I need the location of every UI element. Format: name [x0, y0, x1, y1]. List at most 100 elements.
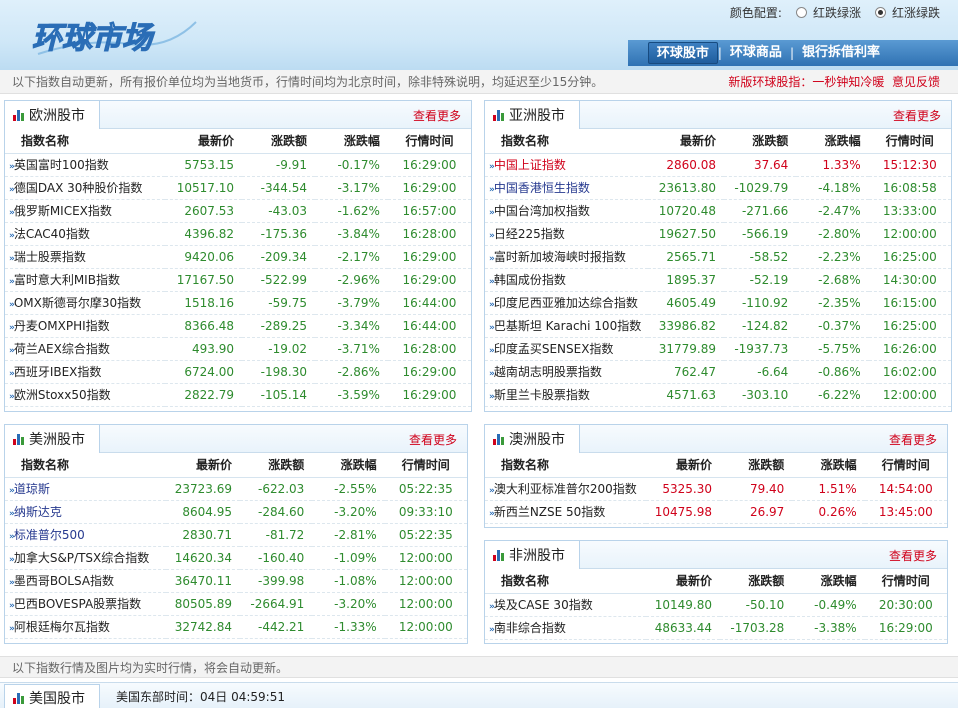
- table-row[interactable]: »道琼斯 23723.69 -622.03 -2.55% 05:22:35: [5, 477, 467, 501]
- table-row[interactable]: »加拿大S&P/TSX综合指数 14620.34 -160.40 -1.09% 12:0…: [5, 546, 467, 570]
- index-name[interactable]: 欧洲Stoxx50指数: [14, 388, 111, 402]
- index-name[interactable]: 瑞士股票指数: [14, 250, 86, 264]
- table-row[interactable]: »南非综合指数 48633.44 -1703.28 -3.38% 16:29:00: [485, 616, 947, 640]
- table-row[interactable]: »英国富时100指数 5753.15 -9.91 -0.17% 16:29:00: [5, 153, 471, 177]
- double-chevron-icon: »: [9, 369, 15, 379]
- double-chevron-icon: »: [9, 300, 15, 310]
- index-name[interactable]: 英国富时100指数: [14, 158, 109, 172]
- table-row[interactable]: »日经225指数 19627.50 -566.19 -2.80% 12:00:00: [485, 222, 951, 246]
- table-row[interactable]: »俄罗斯MICEX指数 2607.53 -43.03 -1.62% 16:57:00: [5, 199, 471, 223]
- table-row[interactable]: »德国DAX 30种股价指数 10517.10 -344.54 -3.17% 16:29…: [5, 176, 471, 200]
- table-row[interactable]: »OMX斯德哥尔摩30指数 1518.16 -59.75 -3.79% 16:44:00: [5, 291, 471, 315]
- index-name[interactable]: 巴西BOVESPA股票指数: [14, 597, 141, 611]
- index-name[interactable]: 澳大利亚标准普尔200指数: [494, 482, 637, 496]
- index-name[interactable]: 巴基斯坦 Karachi 100指数: [494, 319, 641, 333]
- option-red-up[interactable]: 红涨绿跌: [892, 4, 940, 21]
- table-row[interactable]: »欧洲Stoxx50指数 2822.79 -105.14 -3.59% 16:29:00: [5, 383, 471, 407]
- us-stocks-title[interactable]: 美国股市: [4, 684, 100, 708]
- table-row[interactable]: »瑞士股票指数 9420.06 -209.34 -2.17% 16:29:00: [5, 245, 471, 269]
- table-row[interactable]: »巴基斯坦 Karachi 100指数 33986.82 -124.82 -0.37%…: [485, 314, 951, 338]
- index-name[interactable]: 富时意大利MIB指数: [14, 273, 120, 287]
- table-row[interactable]: »韩国成份指数 1895.37 -52.19 -2.68% 14:30:00: [485, 268, 951, 292]
- double-chevron-icon: »: [489, 300, 495, 310]
- table-row[interactable]: »纳斯达克 8604.95 -284.60 -3.20% 09:33:10: [5, 500, 467, 524]
- change-amount: -43.03: [242, 199, 315, 223]
- feedback-link[interactable]: 意见反馈: [892, 75, 940, 89]
- oceania-view-more-link[interactable]: 查看更多: [889, 431, 937, 448]
- index-name[interactable]: 印度尼西亚雅加达综合指数: [494, 296, 638, 310]
- table-row[interactable]: »印度孟买SENSEX指数 31779.89 -1937.73 -5.75% 16:26…: [485, 337, 951, 361]
- index-name[interactable]: 荷兰AEX综合指数: [14, 342, 110, 356]
- table-row[interactable]: »荷兰AEX综合指数 493.90 -19.02 -3.71% 16:28:00: [5, 337, 471, 361]
- oceania-index-table: 指数名称 最新价 涨跌额 涨跌幅 行情时间 »澳大利亚标准普尔200指数 5325.30 79…: [485, 453, 947, 524]
- index-name[interactable]: 新西兰NZSE 50指数: [494, 505, 605, 519]
- index-name[interactable]: 俄罗斯MICEX指数: [14, 204, 112, 218]
- index-name[interactable]: 日经225指数: [494, 227, 565, 241]
- table-row[interactable]: »斯里兰卡股票指数 4571.63 -303.10 -6.22% 12:00:00: [485, 383, 951, 407]
- table-row[interactable]: »中国上证指数 2860.08 37.64 1.33% 15:12:30: [485, 153, 951, 177]
- index-name[interactable]: 中国台湾加权指数: [494, 204, 590, 218]
- radio-red-up-icon[interactable]: [874, 7, 886, 18]
- index-name[interactable]: 印度孟买SENSEX指数: [494, 342, 614, 356]
- tab-global-commodities[interactable]: 环球商品: [722, 42, 790, 64]
- radio-red-down-icon[interactable]: [795, 7, 807, 18]
- table-row[interactable]: »中国香港恒生指数 23613.80 -1029.79 -4.18% 16:08:58: [485, 176, 951, 200]
- table-row[interactable]: »越南胡志明股票指数 762.47 -6.64 -0.86% 16:02:00: [485, 360, 951, 384]
- table-row[interactable]: »标准普尔500 2830.71 -81.72 -2.81% 05:22:35: [5, 523, 467, 547]
- index-name[interactable]: 法CAC40指数: [14, 227, 90, 241]
- index-name[interactable]: 越南胡志明股票指数: [494, 365, 602, 379]
- europe-panel-title[interactable]: 欧洲股市: [4, 100, 100, 129]
- index-name[interactable]: 富时新加坡海峡时报指数: [494, 250, 626, 264]
- index-name[interactable]: 阿根廷梅尔瓦指数: [14, 620, 110, 634]
- index-name[interactable]: 西班牙IBEX指数: [14, 365, 102, 379]
- table-row[interactable]: »巴西BOVESPA股票指数 80505.89 -2664.91 -3.20% 12:0…: [5, 592, 467, 616]
- europe-view-more-link[interactable]: 查看更多: [413, 107, 461, 124]
- america-panel-title[interactable]: 美洲股市: [4, 424, 100, 453]
- index-name[interactable]: 中国香港恒生指数: [494, 181, 590, 195]
- change-percent: 0.26%: [792, 500, 865, 524]
- table-row[interactable]: »中国台湾加权指数 10720.48 -271.66 -2.47% 13:33:00: [485, 199, 951, 223]
- table-row[interactable]: »墨西哥BOLSA指数 36470.11 -399.98 -1.08% 12:00:00: [5, 569, 467, 593]
- africa-panel-title[interactable]: 非洲股市: [484, 540, 580, 569]
- index-name[interactable]: 纳斯达克: [14, 505, 62, 519]
- quote-time: 13:45:00: [864, 500, 947, 524]
- america-view-more-link[interactable]: 查看更多: [409, 431, 457, 448]
- oceania-panel-title[interactable]: 澳洲股市: [484, 424, 580, 453]
- table-row[interactable]: »富时意大利MIB指数 17167.50 -522.99 -2.96% 16:29:00: [5, 268, 471, 292]
- index-name[interactable]: 韩国成份指数: [494, 273, 566, 287]
- table-row[interactable]: »新西兰NZSE 50指数 10475.98 26.97 0.26% 13:45:00: [485, 500, 947, 524]
- table-row[interactable]: »澳大利亚标准普尔200指数 5325.30 79.40 1.51% 14:54:00: [485, 477, 947, 501]
- index-name[interactable]: 丹麦OMXPHI指数: [14, 319, 110, 333]
- option-red-down[interactable]: 红跌绿涨: [813, 4, 861, 21]
- last-price: 32742.84: [165, 615, 240, 639]
- asia-panel-title[interactable]: 亚洲股市: [484, 100, 580, 129]
- column-header: 涨跌幅: [312, 453, 385, 478]
- site-logo[interactable]: 环球市场: [28, 8, 198, 62]
- table-row[interactable]: »法CAC40指数 4396.82 -175.36 -3.84% 16:28:00: [5, 222, 471, 246]
- last-price: 33986.82: [647, 314, 724, 338]
- table-row[interactable]: »印度尼西亚雅加达综合指数 4605.49 -110.92 -2.35% 16:15:0…: [485, 291, 951, 315]
- table-row[interactable]: »富时新加坡海峡时报指数 2565.71 -58.52 -2.23% 16:25:00: [485, 245, 951, 269]
- index-name[interactable]: 加拿大S&P/TSX综合指数: [14, 551, 149, 565]
- change-amount: -1703.28: [720, 616, 793, 640]
- africa-view-more-link[interactable]: 查看更多: [889, 547, 937, 564]
- index-name[interactable]: 中国上证指数: [494, 158, 566, 172]
- change-amount: -344.54: [242, 176, 315, 200]
- asia-view-more-link[interactable]: 查看更多: [893, 107, 941, 124]
- index-name[interactable]: 标准普尔500: [14, 528, 85, 542]
- table-row[interactable]: »阿根廷梅尔瓦指数 32742.84 -442.21 -1.33% 12:00:00: [5, 615, 467, 639]
- index-name[interactable]: 德国DAX 30种股价指数: [14, 181, 143, 195]
- index-name[interactable]: 墨西哥BOLSA指数: [14, 574, 114, 588]
- table-row[interactable]: »西班牙IBEX指数 6724.00 -198.30 -2.86% 16:29:00: [5, 360, 471, 384]
- index-name[interactable]: 斯里兰卡股票指数: [494, 388, 590, 402]
- index-name[interactable]: 埃及CASE 30指数: [494, 598, 593, 612]
- table-row[interactable]: »埃及CASE 30指数 10149.80 -50.10 -0.49% 20:30:00: [485, 593, 947, 617]
- index-name[interactable]: OMX斯德哥尔摩30指数: [14, 296, 141, 310]
- new-index-link[interactable]: 新版环球股指：一秒钟知冷暖: [728, 75, 884, 89]
- tab-global-stocks[interactable]: 环球股市: [647, 42, 718, 64]
- tab-interbank-rates[interactable]: 银行拆借利率: [794, 42, 888, 64]
- index-name[interactable]: 道琼斯: [14, 482, 50, 496]
- table-row[interactable]: »丹麦OMXPHI指数 8366.48 -289.25 -3.34% 16:44:00: [5, 314, 471, 338]
- change-percent: -3.84%: [314, 222, 388, 246]
- index-name[interactable]: 南非综合指数: [494, 621, 566, 635]
